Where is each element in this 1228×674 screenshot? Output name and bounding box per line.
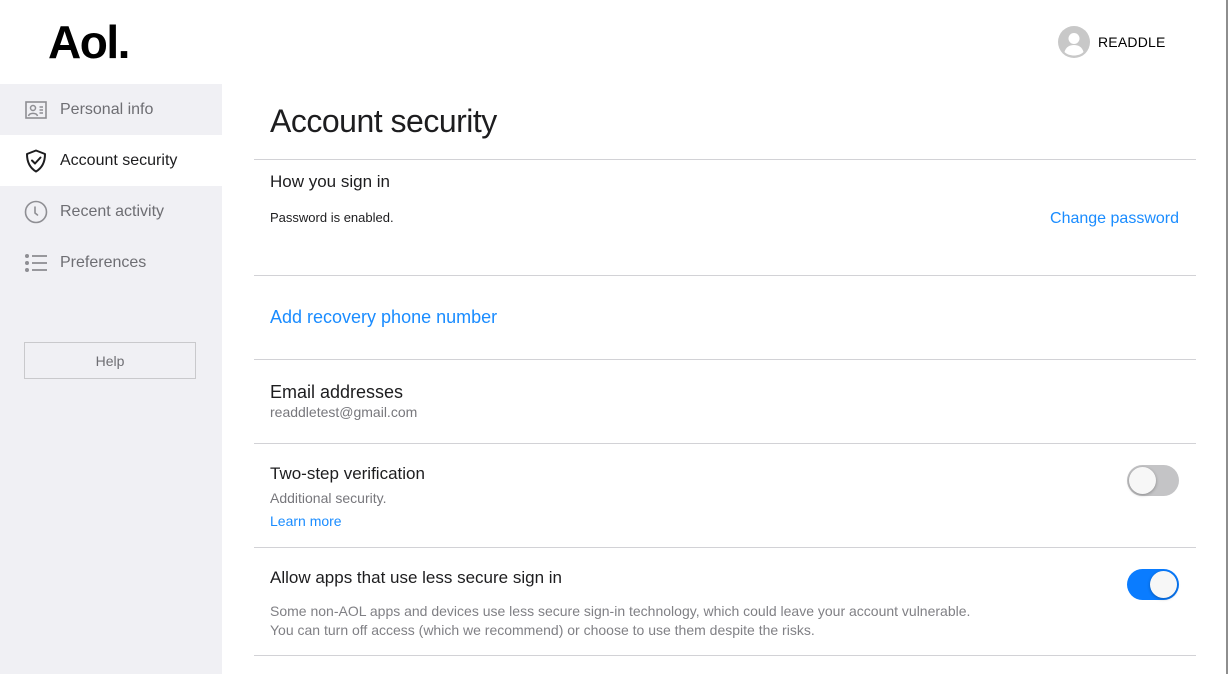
page-title: Account security	[270, 103, 497, 139]
clock-icon	[24, 200, 48, 224]
user-name: READDLE	[1098, 34, 1166, 50]
sidebar-item-label: Preferences	[60, 253, 147, 271]
id-card-icon	[24, 98, 48, 122]
divider	[254, 275, 1196, 276]
change-password-link[interactable]: Change password	[1050, 210, 1179, 228]
sidebar-item-recent-activity[interactable]: Recent activity	[0, 186, 222, 237]
account-security-page: Aol. READDLE Personal info Account secur…	[0, 0, 1228, 674]
help-button[interactable]: Help	[24, 342, 196, 379]
divider	[254, 159, 1196, 160]
list-icon	[24, 251, 48, 275]
aol-logo[interactable]: Aol.	[48, 16, 130, 68]
sidebar-item-label: Recent activity	[60, 202, 165, 220]
less-secure-description-line1: Some non-AOL apps and devices use less s…	[270, 603, 971, 619]
sidebar-item-personal-info[interactable]: Personal info	[0, 84, 222, 135]
sidebar-item-preferences[interactable]: Preferences	[0, 237, 222, 288]
email-addresses-title: Email addresses	[270, 382, 404, 402]
two-step-subtitle: Additional security.	[270, 490, 387, 506]
sign-in-title: How you sign in	[270, 172, 391, 191]
user-menu[interactable]: READDLE	[1058, 26, 1166, 58]
sidebar-item-label: Account security	[60, 151, 178, 169]
divider	[254, 443, 1196, 444]
divider	[254, 359, 1196, 360]
add-recovery-phone-link[interactable]: Add recovery phone number	[270, 307, 497, 328]
divider	[254, 655, 1196, 656]
toggle-knob	[1129, 467, 1156, 494]
password-status: Password is enabled.	[270, 210, 394, 225]
less-secure-description-line2: You can turn off access (which we recomm…	[270, 622, 815, 638]
user-avatar-icon	[1058, 26, 1090, 58]
sidebar-item-account-security[interactable]: Account security	[0, 135, 222, 186]
less-secure-toggle[interactable]	[1127, 569, 1179, 600]
shield-check-icon	[24, 149, 48, 173]
sidebar-item-label: Personal info	[60, 100, 154, 118]
two-step-title: Two-step verification	[270, 464, 425, 483]
sidebar: Personal info Account security Recent ac…	[0, 84, 222, 674]
toggle-knob	[1150, 571, 1177, 598]
email-address: readdletest@gmail.com	[270, 404, 418, 420]
learn-more-link[interactable]: Learn more	[270, 513, 342, 529]
divider	[254, 547, 1196, 548]
less-secure-title: Allow apps that use less secure sign in	[270, 568, 562, 587]
two-step-toggle[interactable]	[1127, 465, 1179, 496]
